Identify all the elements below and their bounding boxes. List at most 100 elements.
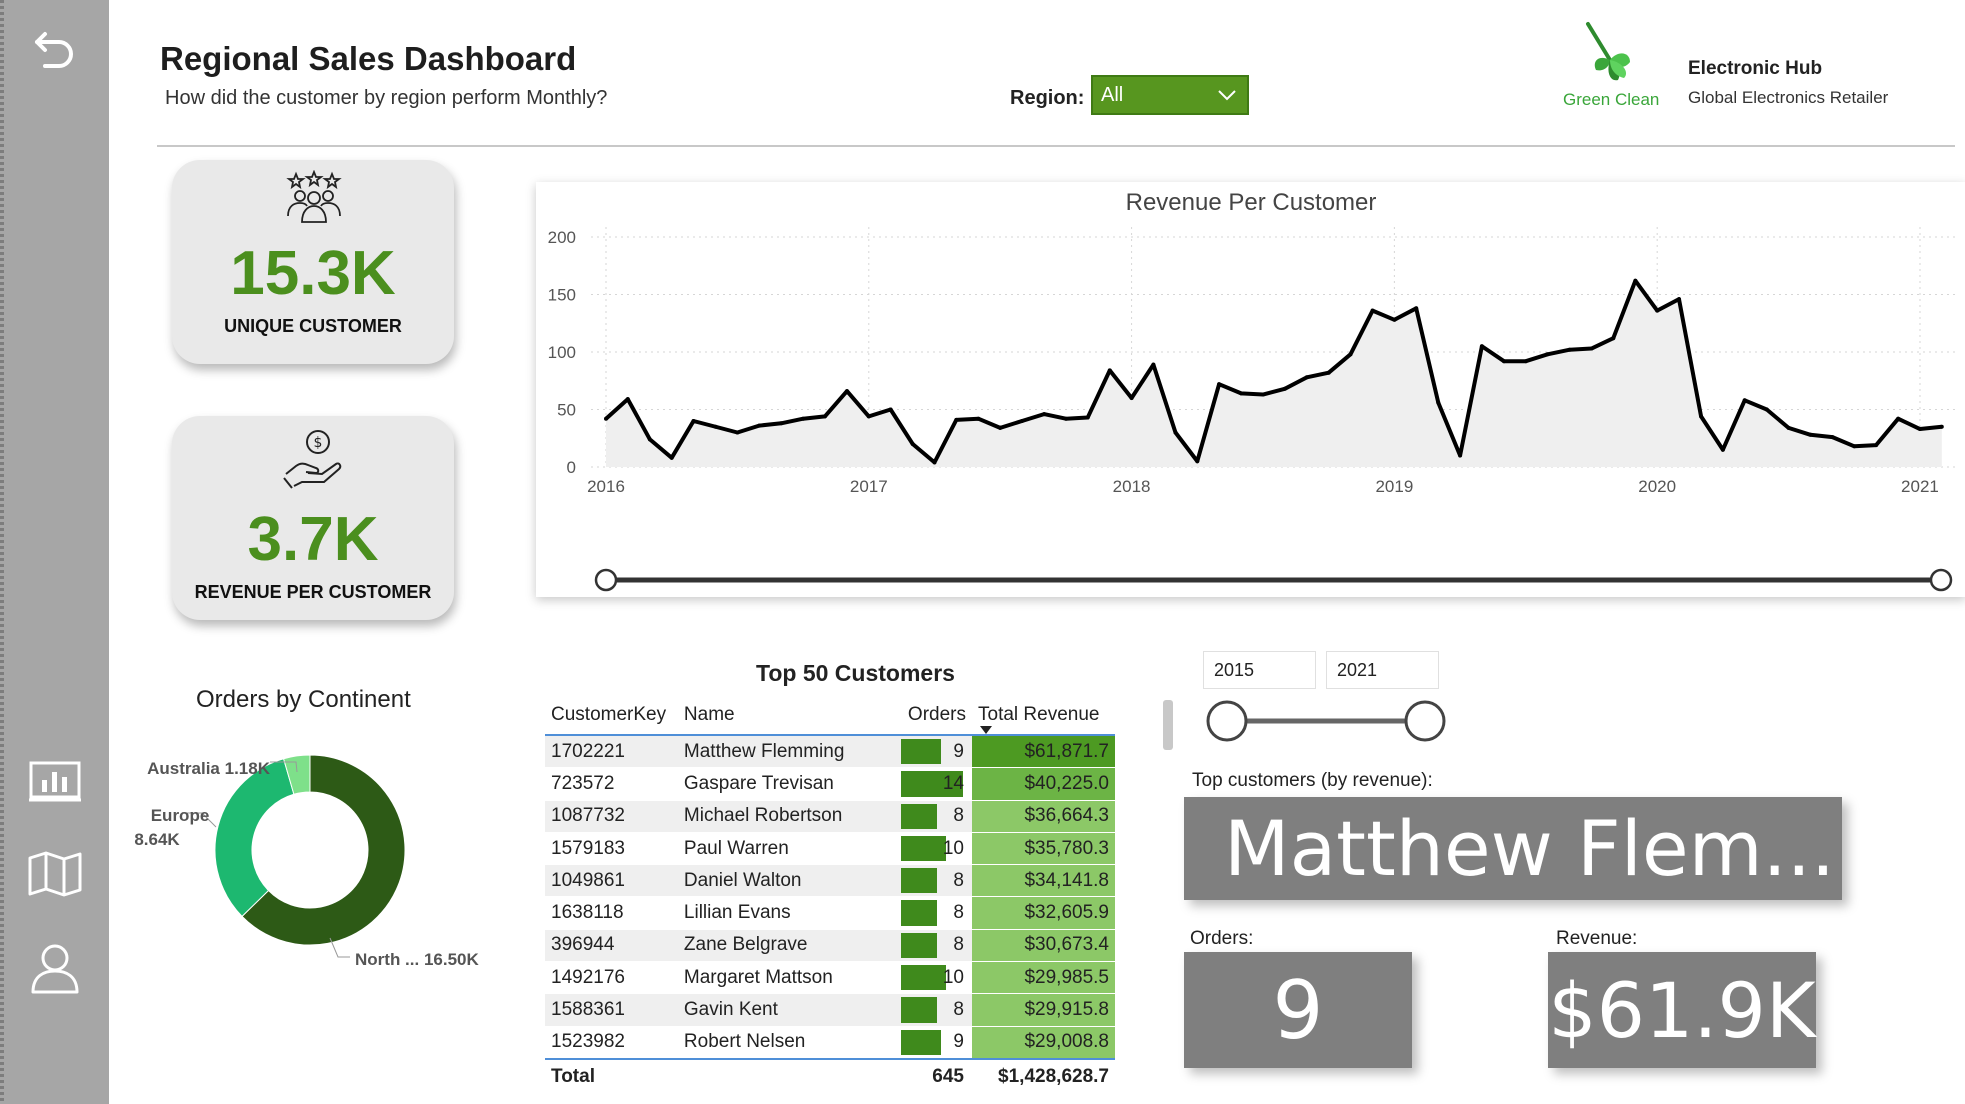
cell-orders: 8 bbox=[901, 864, 972, 898]
table-row[interactable]: 1087732 Michael Robertson 8 $36,664.3 bbox=[545, 800, 1115, 833]
donut-slice-europe[interactable] bbox=[214, 758, 295, 918]
person-icon bbox=[31, 944, 79, 994]
cell-orders-value: 8 bbox=[953, 934, 964, 956]
series-point bbox=[1282, 386, 1287, 391]
x-tick-label: 2016 bbox=[587, 477, 625, 496]
date-range-slider-end-handle[interactable] bbox=[1929, 568, 1953, 592]
orders-label: Orders: bbox=[1190, 928, 1254, 949]
table-row[interactable]: 1638118 Lillian Evans 8 $32,605.9 bbox=[545, 896, 1115, 930]
series-point bbox=[1917, 427, 1922, 432]
donut-label-europe-value: 8.64K bbox=[134, 830, 180, 849]
chart-title: Revenue Per Customer bbox=[1126, 189, 1377, 216]
donut-label-north-name: North ... bbox=[355, 950, 419, 969]
table-row[interactable]: 1523982 Robert Nelsen 9 $29,008.8 bbox=[545, 1026, 1115, 1060]
cell-total-revenue: $30,673.4 bbox=[972, 929, 1115, 963]
table-row[interactable]: 1492176 Margaret Mattson 10 $29,985.5 bbox=[545, 961, 1115, 995]
total-revenue: $1,428,628.7 bbox=[972, 1057, 1115, 1095]
series-point bbox=[1479, 344, 1484, 349]
svg-text:North ... 16.50K: North ... 16.50K bbox=[355, 950, 479, 969]
table-row[interactable]: 1588361 Gavin Kent 8 $29,915.8 bbox=[545, 993, 1115, 1027]
cell-orders-value: 8 bbox=[953, 902, 964, 924]
x-tick-label: 2018 bbox=[1113, 477, 1151, 496]
table-row[interactable]: 723572 Gaspare Trevisan 14 $40,225.0 bbox=[545, 767, 1115, 801]
cell-name: Matthew Flemming bbox=[677, 735, 902, 769]
cell-name: Margaret Mattson bbox=[677, 961, 902, 995]
series-point bbox=[1633, 278, 1638, 283]
kpi-card-unique-customers: 15.3K UNIQUE CUSTOMER bbox=[172, 160, 454, 364]
series-point bbox=[910, 442, 915, 446]
year-end-input[interactable]: 2021 bbox=[1326, 651, 1439, 689]
col-header-orders[interactable]: Orders bbox=[901, 696, 972, 736]
series-point bbox=[888, 407, 893, 412]
nav-customer-button[interactable] bbox=[22, 938, 88, 998]
table-row[interactable]: 1579183 Paul Warren 10 $35,780.3 bbox=[545, 832, 1115, 866]
cell-orders-value: 10 bbox=[942, 966, 964, 988]
sort-descending-icon bbox=[980, 726, 992, 734]
cell-orders: 8 bbox=[901, 929, 972, 963]
nav-map-button[interactable] bbox=[22, 844, 88, 904]
cell-orders: 10 bbox=[901, 832, 972, 866]
cell-name: Daniel Walton bbox=[677, 864, 902, 898]
series-point bbox=[1063, 416, 1068, 421]
year-start-input[interactable]: 2015 bbox=[1203, 651, 1316, 689]
kpi-revenue-per-customer-label: REVENUE PER CUSTOMER bbox=[194, 582, 432, 602]
cell-total-revenue: $35,780.3 bbox=[972, 832, 1115, 866]
date-range-slider-start-handle[interactable] bbox=[594, 568, 618, 592]
cell-orders-value: 8 bbox=[953, 999, 964, 1021]
page-title: Regional Sales Dashboard bbox=[160, 40, 577, 77]
cell-orders: 14 bbox=[901, 767, 972, 801]
cell-name: Paul Warren bbox=[677, 832, 902, 866]
back-button[interactable] bbox=[22, 18, 88, 78]
cell-orders: 9 bbox=[901, 1026, 972, 1060]
cell-orders-value: 8 bbox=[953, 869, 964, 891]
series-point bbox=[1611, 336, 1616, 341]
table-title: Top 50 Customers bbox=[756, 660, 955, 686]
revenue-value-card: $61.9K bbox=[1548, 952, 1816, 1068]
donut-label-europe-name: Europe bbox=[151, 806, 210, 825]
series-point bbox=[1239, 391, 1244, 396]
kpi-card-revenue-per-customer: $ 3.7K REVENUE PER CUSTOMER bbox=[172, 416, 454, 620]
back-arrow-icon bbox=[35, 32, 73, 68]
cell-customerkey: 1588361 bbox=[545, 993, 678, 1027]
cell-orders: 8 bbox=[901, 800, 972, 833]
table-row[interactable]: 396944 Zane Belgrave 8 $30,673.4 bbox=[545, 929, 1115, 963]
year-slider-start-handle[interactable] bbox=[1206, 700, 1248, 742]
series-point bbox=[801, 416, 806, 421]
cell-total-revenue: $29,985.5 bbox=[972, 961, 1115, 995]
y-tick-label: 200 bbox=[548, 228, 576, 247]
cell-name: Lillian Evans bbox=[677, 896, 902, 930]
year-range-slider[interactable] bbox=[1200, 696, 1460, 746]
cell-orders: 9 bbox=[901, 735, 972, 769]
top-customers-table: CustomerKey Name Orders Total Revenue 17… bbox=[545, 696, 1115, 1095]
nav-dashboard-button[interactable] bbox=[22, 752, 88, 812]
series-point bbox=[1567, 347, 1572, 352]
series-point bbox=[1874, 443, 1879, 448]
table-scrollbar[interactable] bbox=[1163, 700, 1173, 750]
cell-total-revenue: $29,915.8 bbox=[972, 993, 1115, 1027]
donut-label-north-value: 16.50K bbox=[424, 950, 480, 969]
col-header-name[interactable]: Name bbox=[677, 696, 902, 736]
series-point bbox=[1392, 317, 1397, 322]
kpi-unique-customers-value: 15.3K bbox=[230, 239, 396, 308]
col-header-total-revenue[interactable]: Total Revenue bbox=[972, 696, 1115, 736]
col-header-customerkey[interactable]: CustomerKey bbox=[545, 696, 678, 736]
series-point bbox=[1830, 435, 1835, 440]
series-point bbox=[954, 417, 959, 422]
series-point bbox=[1326, 370, 1331, 375]
donut-chart-title: Orders by Continent bbox=[196, 686, 411, 713]
series-point bbox=[1501, 359, 1506, 364]
region-dropdown[interactable]: All bbox=[1091, 75, 1249, 115]
series-point bbox=[1676, 297, 1681, 302]
series-point bbox=[1129, 396, 1134, 400]
x-tick-label: 2017 bbox=[850, 477, 888, 496]
table-row[interactable]: 1702221 Matthew Flemming 9 $61,871.7 bbox=[545, 735, 1115, 769]
map-icon bbox=[28, 851, 82, 897]
series-point bbox=[1260, 392, 1265, 397]
logo-text: Green Clean bbox=[1563, 90, 1660, 109]
series-point bbox=[1939, 424, 1944, 429]
chevron-down-icon bbox=[1218, 90, 1236, 101]
table-row[interactable]: 1049861 Daniel Walton 8 $34,141.8 bbox=[545, 864, 1115, 898]
cell-total-revenue: $29,008.8 bbox=[972, 1026, 1115, 1060]
year-slider-end-handle[interactable] bbox=[1404, 700, 1446, 742]
cell-total-revenue: $40,225.0 bbox=[972, 767, 1115, 801]
